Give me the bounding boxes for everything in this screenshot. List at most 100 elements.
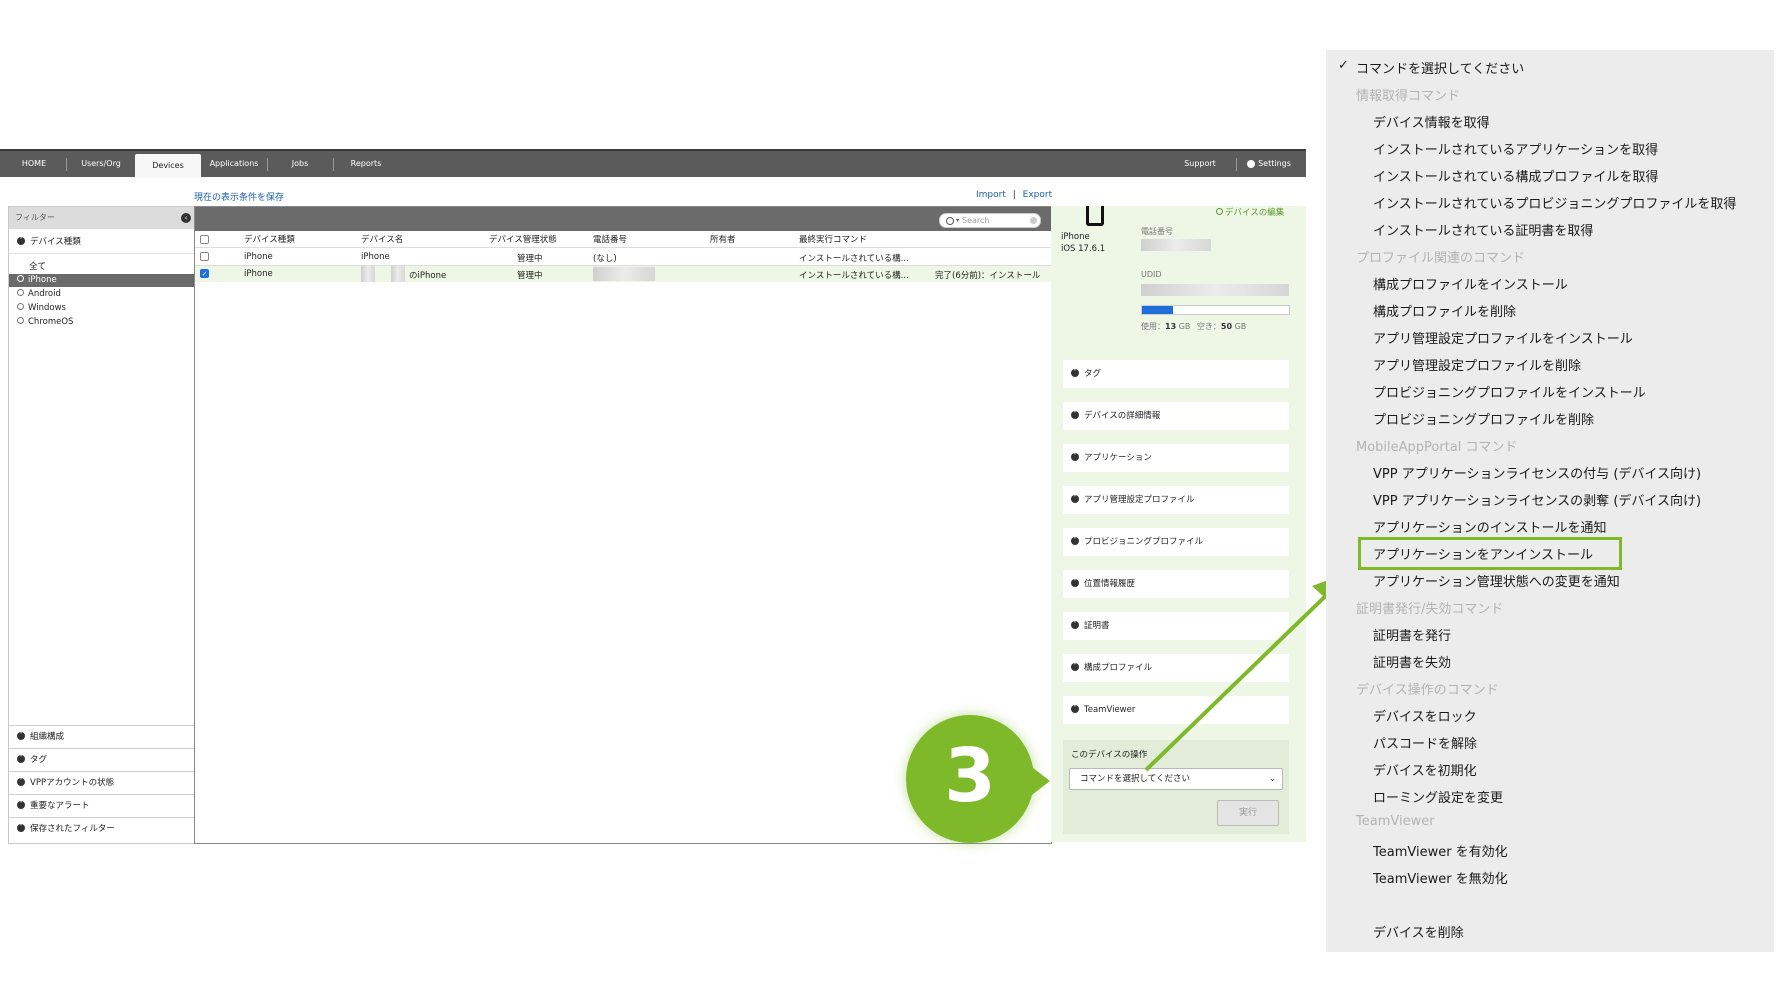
menu-item[interactable]: インストールされているアプリケーションを取得 xyxy=(1373,139,1658,158)
menu-item[interactable]: アプリ管理設定プロファイルを削除 xyxy=(1373,355,1581,374)
operations-title: このデバイスの操作 xyxy=(1071,750,1148,760)
execute-button[interactable]: 実行 xyxy=(1217,800,1279,826)
save-view-link[interactable]: 現在の表示条件を保存 xyxy=(194,190,284,203)
section-device-details[interactable]: ˅ デバイスの詳細情報 xyxy=(1063,402,1289,430)
radio-icon xyxy=(17,317,24,324)
step-number: 3 xyxy=(944,733,996,819)
menu-item[interactable]: VPP アプリケーションライセンスの剥奪 (デバイス向け) xyxy=(1373,490,1701,509)
cell-type: iPhone xyxy=(244,252,273,262)
nav-reports[interactable]: Reports xyxy=(338,151,394,177)
section-location-history[interactable]: ˅ 位置情報履歴 xyxy=(1063,570,1289,598)
menu-item[interactable]: ローミング設定を変更 xyxy=(1373,787,1503,806)
column-header-name[interactable]: デバイス名 xyxy=(361,233,403,245)
menu-item[interactable]: 構成プロファイルをインストール xyxy=(1373,274,1568,293)
section-tag[interactable]: ˅ タグ xyxy=(1063,360,1289,388)
menu-item[interactable]: VPP アプリケーションライセンスの付与 (デバイス向け) xyxy=(1373,463,1701,482)
menu-item[interactable]: デバイスをロック xyxy=(1373,706,1477,725)
chevron-down-icon: ˅ xyxy=(1071,368,1079,377)
select-all-checkbox[interactable] xyxy=(200,235,209,244)
filter-windows[interactable]: Windows xyxy=(9,302,195,315)
sidebar-section-saved[interactable]: ˅ 保存されたフィルター xyxy=(9,817,195,840)
radio-icon xyxy=(17,303,24,310)
menu-item[interactable]: TeamViewer を無効化 xyxy=(1373,868,1508,887)
section-applications[interactable]: ˅ アプリケーション xyxy=(1063,444,1289,472)
filter-iphone[interactable]: iPhone xyxy=(9,274,195,287)
menu-item[interactable]: 証明書を発行 xyxy=(1373,625,1451,644)
sidebar-section-tag[interactable]: ˅ タグ xyxy=(9,748,195,771)
nav-settings[interactable]: Settings xyxy=(1242,151,1296,177)
nav-users-org[interactable]: Users/Org xyxy=(70,151,132,177)
nav-applications[interactable]: Applications xyxy=(206,151,262,177)
menu-item[interactable]: デバイス情報を取得 xyxy=(1373,112,1490,131)
filter-windows-label: Windows xyxy=(28,303,66,313)
search-icon xyxy=(946,216,954,225)
section-teamviewer[interactable]: ˅ TeamViewer xyxy=(1063,696,1289,724)
clear-icon[interactable] xyxy=(1030,217,1037,224)
section-label: 位置情報履歴 xyxy=(1084,579,1136,589)
cell-name[interactable]: のiPhone xyxy=(409,269,446,281)
gear-icon xyxy=(1216,208,1223,215)
sidebar-section-alerts[interactable]: ˅ 重要なアラート xyxy=(9,794,195,817)
sidebar-section-org[interactable]: ˅ 組織構成 xyxy=(9,725,195,748)
import-link[interactable]: Import xyxy=(976,190,1006,200)
storage-free-value: 50 xyxy=(1220,322,1233,331)
table-row[interactable]: ✓ iPhone のiPhone 管理中 インストールされている構... 完了(… xyxy=(195,266,1051,282)
section-label: プロビジョニングプロファイル xyxy=(1084,537,1204,547)
chevron-down-icon: ˅ xyxy=(1071,704,1079,713)
step-badge: 3 xyxy=(906,715,1050,843)
row-checkbox-checked[interactable]: ✓ xyxy=(200,269,209,278)
sidebar-section-vpp[interactable]: ˅ VPPアカウントの状態 xyxy=(9,771,195,794)
menu-item[interactable]: 証明書を失効 xyxy=(1373,652,1451,671)
menu-item[interactable]: インストールされているプロビジョニングプロファイルを取得 xyxy=(1373,193,1736,212)
section-provisioning-profiles[interactable]: ˅ プロビジョニングプロファイル xyxy=(1063,528,1289,556)
search-input[interactable]: ▾ Search xyxy=(939,213,1041,228)
filter-android[interactable]: Android xyxy=(9,288,195,301)
export-link[interactable]: Export xyxy=(1023,190,1052,200)
chevron-down-icon: ˅ xyxy=(17,823,25,832)
menu-item[interactable]: アプリケーションのインストールを通知 xyxy=(1373,517,1606,536)
cell-result: 完了(6分前)：インストール xyxy=(935,271,1041,281)
section-config-profiles[interactable]: ˅ 構成プロファイル xyxy=(1063,654,1289,682)
collapse-icon[interactable]: ‹ xyxy=(181,213,191,223)
menu-item[interactable]: TeamViewer を有効化 xyxy=(1373,841,1508,860)
chevron-down-icon: ⌄ xyxy=(1269,774,1276,783)
cell-name[interactable]: iPhone xyxy=(361,252,390,262)
menu-item[interactable]: アプリケーション管理状態への変更を通知 xyxy=(1373,571,1620,590)
sidebar-section-label: タグ xyxy=(30,755,48,765)
section-certificates[interactable]: ˅ 証明書 xyxy=(1063,612,1289,640)
menu-item[interactable]: パスコードを解除 xyxy=(1373,733,1477,752)
chevron-down-icon: ˅ xyxy=(17,754,25,763)
nav-jobs[interactable]: Jobs xyxy=(272,151,328,177)
command-select[interactable]: コマンドを選択してください ⌄ xyxy=(1069,768,1283,790)
filter-all[interactable]: 全て xyxy=(9,261,195,273)
menu-item-selected[interactable]: コマンドを選択してください xyxy=(1356,58,1524,77)
cell-phone: (なし) xyxy=(593,254,617,264)
column-header-owner[interactable]: 所有者 xyxy=(710,233,736,245)
menu-item[interactable]: インストールされている構成プロファイルを取得 xyxy=(1373,166,1658,185)
nav-devices[interactable]: Devices xyxy=(135,154,201,178)
filter-chromeos[interactable]: ChromeOS xyxy=(9,316,195,329)
command-dropdown-menu: ✓ コマンドを選択してください 情報取得コマンド デバイス情報を取得 インストー… xyxy=(1326,50,1774,952)
menu-item[interactable]: インストールされている証明書を取得 xyxy=(1373,220,1593,239)
column-header-type[interactable]: デバイス種類 xyxy=(244,233,295,245)
menu-item[interactable]: プロビジョニングプロファイルを削除 xyxy=(1373,409,1594,428)
nav-support[interactable]: Support xyxy=(1172,151,1228,177)
menu-item[interactable]: デバイスを初期化 xyxy=(1373,760,1477,779)
section-app-config-profiles[interactable]: ˅ アプリ管理設定プロファイル xyxy=(1063,486,1289,514)
device-type-section[interactable]: ˄ デバイス種類 xyxy=(9,231,195,254)
badge-pointer xyxy=(1024,761,1050,801)
search-placeholder: Search xyxy=(962,216,990,225)
column-header-phone[interactable]: 電話番号 xyxy=(593,233,627,245)
column-header-last-command[interactable]: 最終実行コマンド xyxy=(799,233,867,245)
udid-label: UDID xyxy=(1141,270,1162,279)
menu-item[interactable]: 構成プロファイルを削除 xyxy=(1373,301,1516,320)
menu-item[interactable]: プロビジョニングプロファイルをインストール xyxy=(1373,382,1646,401)
menu-item-delete-device[interactable]: デバイスを削除 xyxy=(1373,922,1464,941)
edit-device-link[interactable]: デバイスの編集 xyxy=(1216,206,1284,218)
row-checkbox[interactable] xyxy=(200,252,209,261)
filter-chromeos-label: ChromeOS xyxy=(28,317,74,327)
nav-home[interactable]: HOME xyxy=(10,151,58,177)
menu-item[interactable]: アプリ管理設定プロファイルをインストール xyxy=(1373,328,1633,347)
column-header-status[interactable]: デバイス管理状態 xyxy=(489,233,557,245)
chevron-down-icon: ˅ xyxy=(1071,410,1079,419)
